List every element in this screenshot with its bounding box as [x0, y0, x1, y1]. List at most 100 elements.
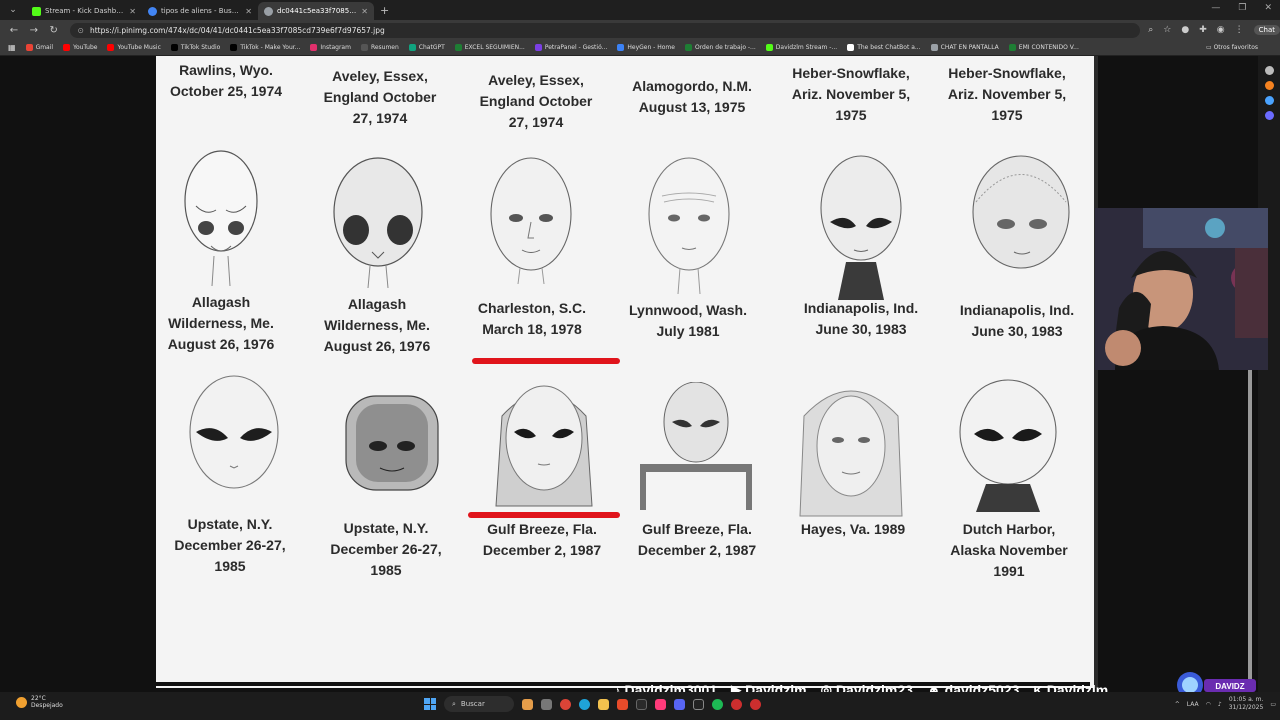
volume-icon[interactable]: ♪: [1218, 701, 1222, 708]
bookmark-item[interactable]: HeyGen - Home: [617, 44, 675, 51]
sidebar-app-icon[interactable]: [1264, 111, 1274, 120]
spotify-icon[interactable]: [712, 698, 723, 710]
bookmark-favicon-icon: [310, 44, 318, 51]
close-icon[interactable]: ✕: [129, 7, 136, 16]
wifi-icon[interactable]: ◠: [1206, 701, 1211, 708]
caption-top-6: Heber-Snowflake, Ariz. November 5, 1975: [947, 65, 1067, 123]
tab-image[interactable]: dc0441c5ea33f7085cd739e6f7d97657.jpg ✕: [258, 2, 374, 20]
caption-bottom-6: Dutch Harbor, Alaska November 1991: [950, 521, 1068, 579]
bookmark-favicon-icon: [765, 44, 773, 51]
taskbar-app-icon[interactable]: [636, 698, 647, 710]
extensions-puzzle-icon[interactable]: ✚: [1199, 25, 1207, 35]
bookmark-item[interactable]: YouTube: [63, 44, 97, 51]
highlight-line-bottom: [468, 512, 620, 518]
taskbar-apps: ⌕ Buscar: [424, 696, 761, 712]
taskbar-search[interactable]: ⌕ Buscar: [444, 696, 514, 712]
bookmark-favicon-icon: [534, 44, 542, 51]
tab-search-icon[interactable]: ⌄: [0, 0, 26, 20]
language-indicator[interactable]: LAA: [1187, 701, 1199, 708]
edge-icon[interactable]: [579, 698, 590, 710]
site-info-icon[interactable]: ⊙: [78, 26, 84, 35]
bookmark-star-icon[interactable]: ☆: [1163, 25, 1171, 35]
taskbar-app-icon[interactable]: [617, 698, 628, 710]
google-favicon-icon: [148, 6, 157, 16]
clock[interactable]: 01:05 a. m. 31/12/2025: [1229, 696, 1264, 712]
tab-kick-dashboard[interactable]: Stream - Kick Dashboard ✕: [26, 2, 142, 20]
taskbar-app-icon[interactable]: [693, 698, 704, 710]
bookmark-item[interactable]: Orden de trabajo -...: [684, 44, 756, 51]
bookmark-item[interactable]: ChatGPT: [408, 44, 445, 51]
tiktok-app-icon[interactable]: [655, 698, 666, 710]
back-icon[interactable]: ←: [8, 25, 20, 36]
bookmark-favicon-icon: [25, 44, 33, 51]
extension-icon[interactable]: ●: [1181, 25, 1189, 35]
bookmark-favicon-icon: [847, 44, 855, 51]
forward-icon[interactable]: →: [28, 25, 40, 36]
bookmark-item[interactable]: Davidzlm Stream -...: [765, 44, 837, 51]
sidebar-app-icon[interactable]: [1264, 96, 1274, 105]
taskbar-app-icon[interactable]: [522, 698, 533, 710]
bookmark-item[interactable]: Instagram: [310, 44, 351, 51]
tab-google-search[interactable]: tipos de aliens - Buscar con Google ✕: [142, 2, 258, 20]
url-text: https://i.pinimg.com/474x/dc/04/41/dc044…: [89, 25, 385, 35]
tray-chevron-icon[interactable]: ^: [1175, 701, 1180, 708]
taskbar-app-icon[interactable]: [541, 698, 552, 710]
bookmark-label: TikTok Studio: [180, 44, 221, 51]
bookmark-item[interactable]: TikTok - Make Your...: [230, 44, 300, 51]
alien-drawing-hayes: [799, 390, 903, 517]
bookmark-item[interactable]: The best ChatBot a...: [847, 44, 921, 51]
chrome-icon[interactable]: [560, 698, 571, 710]
bookmark-label: Orden de trabajo -...: [694, 44, 756, 51]
bookmark-item[interactable]: EMI CONTENIDO V...: [1008, 44, 1079, 51]
sidebar-app-icon[interactable]: [1264, 81, 1274, 90]
page-scrollbar[interactable]: [1246, 62, 1254, 690]
bookmark-item[interactable]: TikTok Studio: [170, 44, 221, 51]
other-bookmarks[interactable]: ▭ Otros favoritos: [1206, 44, 1258, 51]
bookmark-item[interactable]: Gmail: [25, 44, 54, 51]
weather-temp: 22°C: [31, 695, 46, 702]
caption-top-4: Alamogordo, N.M. August 13, 1975: [632, 78, 752, 115]
caption-bottom-5: Hayes, Va. 1989: [800, 521, 906, 537]
maximize-icon[interactable]: ❐: [1238, 3, 1246, 13]
scrollbar-thumb[interactable]: [1248, 368, 1252, 686]
browser-sidebar: [1258, 56, 1280, 692]
caption-top-5: Heber-Snowflake, Ariz. November 5, 1975: [791, 65, 911, 123]
bookmark-label: PetraPanel - Gestió...: [544, 44, 608, 51]
profile-avatar-icon[interactable]: ◉: [1217, 25, 1225, 35]
reload-icon[interactable]: ↻: [48, 25, 60, 36]
close-window-icon[interactable]: ✕: [1264, 3, 1272, 13]
alien-drawing-upstate-2: [345, 395, 439, 491]
tab-title: Stream - Kick Dashboard: [45, 7, 126, 15]
menu-icon[interactable]: ⋮: [1235, 25, 1244, 35]
window-controls: — ❐ ✕: [1211, 3, 1272, 13]
taskbar-app-icon[interactable]: [750, 698, 761, 710]
close-icon[interactable]: ✕: [361, 7, 368, 16]
caption-bottom-2: Upstate, N.Y. December 26-27, 1985: [330, 520, 442, 578]
discord-app-icon[interactable]: [674, 698, 685, 710]
taskbar-app-icon[interactable]: [731, 698, 742, 710]
new-tab-icon[interactable]: +: [380, 4, 389, 17]
bookmark-label: EMI CONTENIDO V...: [1018, 44, 1079, 51]
close-icon[interactable]: ✕: [245, 7, 252, 16]
bookmark-item[interactable]: EXCEL SEGUIMIEN...: [454, 44, 525, 51]
zoom-icon[interactable]: ⌕: [1148, 25, 1153, 35]
alien-drawing-upstate-1: [189, 375, 279, 489]
notifications-icon[interactable]: ▭: [1270, 701, 1276, 708]
sidebar-app-icon[interactable]: [1264, 66, 1274, 75]
bookmark-label: Gmail: [35, 44, 54, 51]
url-field[interactable]: ⊙ https://i.pinimg.com/474x/dc/04/41/dc0…: [69, 22, 1141, 38]
badge-text: DAVIDZ: [1215, 682, 1244, 691]
folder-icon[interactable]: [598, 698, 609, 710]
bookmark-favicon-icon: [684, 44, 692, 51]
minimize-icon[interactable]: —: [1211, 3, 1220, 13]
bookmark-item[interactable]: CHAT EN PANTALLA: [930, 44, 999, 51]
system-tray: ^ LAA ◠ ♪ 01:05 a. m. 31/12/2025 ▭: [1175, 696, 1276, 712]
chat-button[interactable]: Chat: [1253, 25, 1280, 35]
alien-chart-image[interactable]: Rawlins, Wyo. October 25, 1974 Aveley, E…: [156, 56, 1098, 688]
apps-grid-icon[interactable]: ▦: [8, 43, 16, 52]
bookmark-item[interactable]: PetraPanel - Gestió...: [534, 44, 608, 51]
windows-start-icon[interactable]: [424, 698, 436, 710]
bookmark-item[interactable]: Resumen: [360, 44, 399, 51]
weather-widget[interactable]: 22°C Despejado: [16, 695, 63, 709]
bookmark-item[interactable]: YouTube Music: [107, 44, 161, 51]
